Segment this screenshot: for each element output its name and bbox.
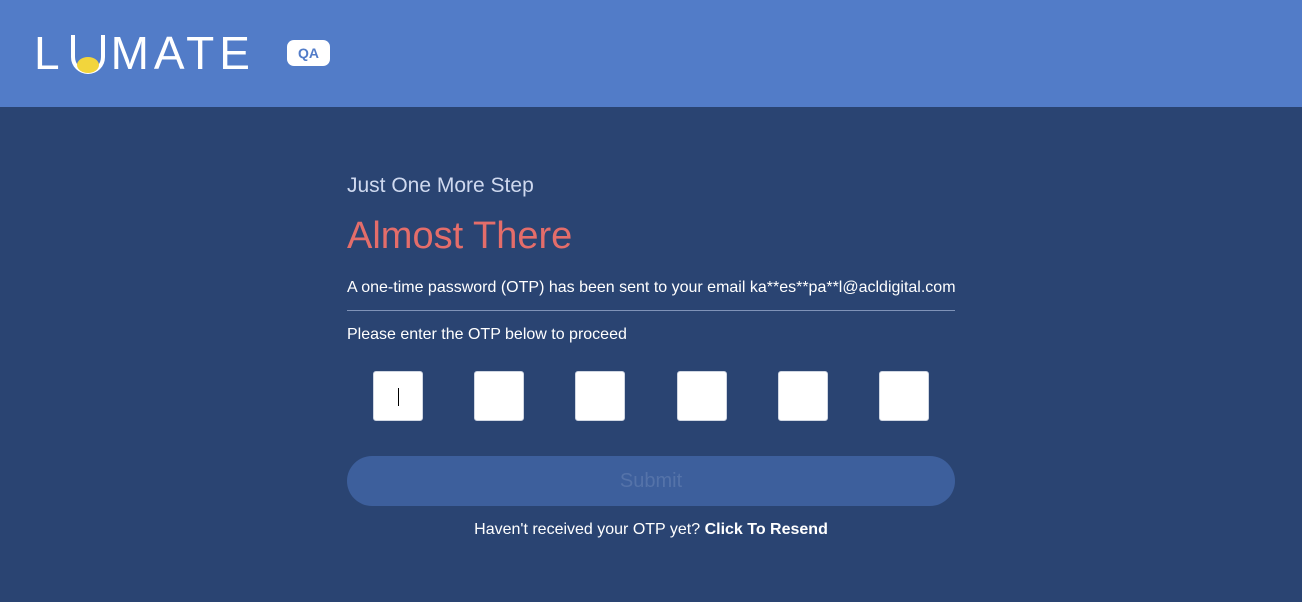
step-heading: Just One More Step bbox=[347, 174, 534, 197]
submit-button[interactable]: Submit bbox=[347, 456, 955, 506]
resend-line: Haven't received your OTP yet? Click To … bbox=[347, 519, 955, 541]
otp-digit-3-input[interactable] bbox=[575, 371, 625, 421]
resend-prefix: Haven't received your OTP yet? bbox=[474, 521, 705, 538]
page-title: Almost There bbox=[347, 215, 573, 257]
otp-digit-4-input[interactable] bbox=[677, 371, 727, 421]
otp-digit-6-input[interactable] bbox=[879, 371, 929, 421]
otp-digit-2-input[interactable] bbox=[474, 371, 524, 421]
otp-sent-message: A one-time password (OTP) has been sent … bbox=[347, 279, 956, 296]
otp-prompt: Please enter the OTP below to proceed bbox=[347, 326, 627, 343]
text-cursor bbox=[398, 388, 399, 406]
otp-form: Just One More Step Almost There A one-ti… bbox=[347, 170, 956, 538]
otp-input-row bbox=[373, 371, 929, 421]
otp-digit-1-input[interactable] bbox=[373, 371, 423, 421]
otp-digit-5-input[interactable] bbox=[778, 371, 828, 421]
environment-badge: QA bbox=[287, 40, 330, 66]
divider bbox=[347, 310, 955, 311]
logo-letter-l: L bbox=[34, 27, 65, 79]
top-header: L MATE QA bbox=[0, 0, 1302, 107]
logo-u-icon bbox=[69, 33, 107, 74]
logo-letters-mate: MATE bbox=[110, 27, 255, 79]
lumate-logo: L MATE bbox=[34, 30, 255, 76]
resend-link[interactable]: Click To Resend bbox=[705, 521, 828, 538]
